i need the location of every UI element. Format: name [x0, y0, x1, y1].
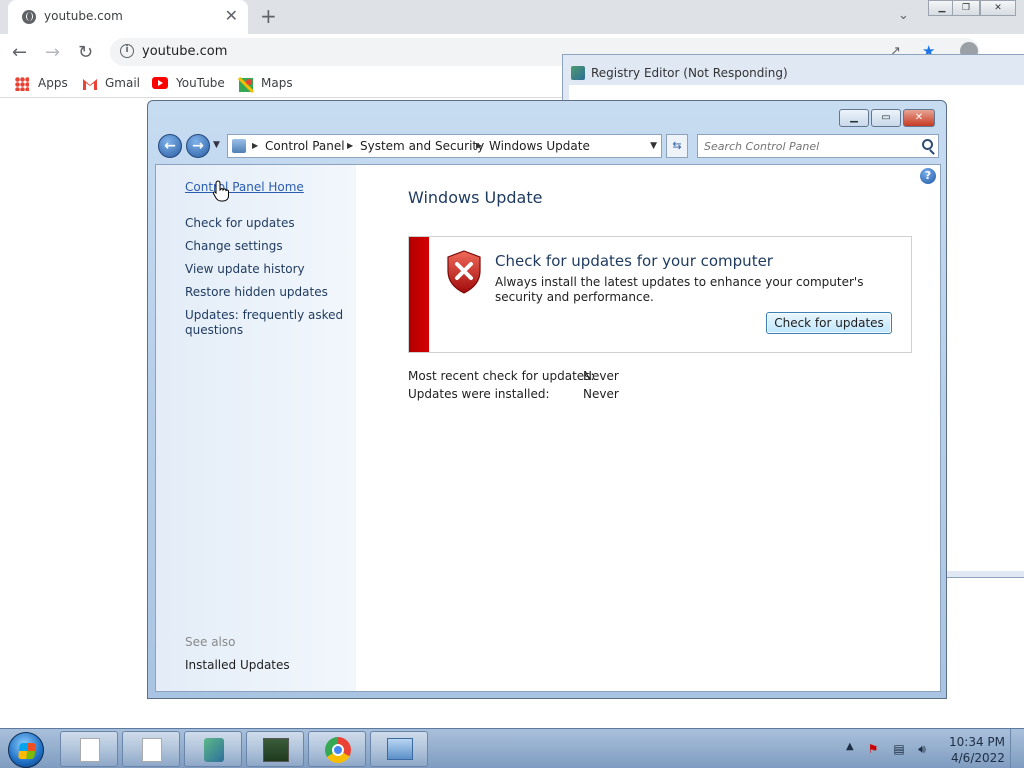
maps-icon	[237, 76, 255, 94]
check-for-updates-button[interactable]: Check for updates	[766, 312, 892, 334]
explorer-address-bar: ← → ▼ ▶ Control Panel ▶ System and Secur…	[156, 132, 940, 160]
back-button[interactable]: ←	[158, 134, 182, 158]
browser-tabstrip: youtube.com ✕ + ⌄ ▁ ❐ ✕	[0, 0, 1024, 34]
action-center-icon[interactable]: ⚑	[866, 742, 880, 756]
taskbar-app-chrome[interactable]	[308, 731, 366, 767]
new-tab-button[interactable]: +	[260, 4, 277, 28]
chevron-down-icon[interactable]: ⌄	[898, 8, 909, 23]
error-shield-icon	[447, 250, 481, 294]
tab-title: youtube.com	[44, 9, 123, 23]
show-desktop-button[interactable]	[1010, 729, 1024, 768]
help-icon[interactable]: ?	[920, 168, 936, 184]
gmail-icon	[82, 77, 97, 91]
nav-view-update-history[interactable]: View update history	[185, 262, 345, 277]
network-icon[interactable]: ▤	[892, 742, 906, 756]
status-heading: Check for updates for your computer	[495, 252, 773, 270]
search-field[interactable]	[697, 134, 939, 158]
control-panel-icon	[387, 738, 413, 760]
forward-arrow-icon[interactable]: →	[45, 42, 60, 63]
control-panel-window: ▁ ▭ ✕ ← → ▼ ▶ Control Panel ▶ System and…	[147, 100, 947, 699]
registry-editor-icon	[204, 738, 224, 762]
status-description: Always install the latest updates to enh…	[495, 275, 864, 304]
refresh-button[interactable]: ⇆	[666, 134, 688, 158]
taskbar-app-document-1[interactable]	[60, 731, 118, 767]
reload-icon[interactable]: ↻	[78, 42, 93, 63]
recent-check-value: Never	[583, 369, 619, 383]
update-status-panel: Check for updates for your computer Alwa…	[408, 236, 912, 353]
browser-close-button[interactable]: ✕	[980, 0, 1016, 16]
bookmark-youtube[interactable]: YouTube	[176, 76, 225, 90]
browser-tab[interactable]: youtube.com ✕	[8, 0, 248, 34]
maximize-button[interactable]: ▭	[871, 109, 901, 127]
search-input[interactable]	[704, 138, 904, 154]
control-panel-body: Control Panel Home Check for updates Cha…	[155, 164, 941, 692]
address-dropdown-icon[interactable]: ▼	[650, 141, 657, 151]
recent-check-label: Most recent check for updates:	[408, 369, 595, 383]
breadcrumb-separator-icon[interactable]: ▶	[476, 141, 482, 150]
hand-cursor-icon	[212, 180, 229, 202]
nav-control-panel-home[interactable]: Control Panel Home	[185, 180, 345, 195]
breadcrumb-control-panel[interactable]: Control Panel	[265, 139, 345, 153]
nav-installed-updates[interactable]: Installed Updates	[185, 658, 345, 673]
task-pane: Control Panel Home Check for updates Cha…	[156, 165, 356, 691]
chrome-icon	[325, 737, 351, 763]
registry-editor-icon	[571, 66, 585, 80]
breadcrumb[interactable]: ▶ Control Panel ▶ System and Security ▶ …	[227, 134, 662, 158]
breadcrumb-separator-icon[interactable]: ▶	[252, 141, 258, 150]
volume-icon[interactable]: 🔊︎	[915, 742, 929, 756]
site-info-icon[interactable]: i	[120, 44, 134, 58]
see-also-heading: See also	[185, 635, 236, 649]
start-button[interactable]	[8, 732, 44, 768]
search-icon[interactable]	[922, 139, 933, 150]
nav-check-for-updates[interactable]: Check for updates	[185, 216, 345, 231]
apps-grid-icon	[15, 77, 29, 91]
taskbar-app-system-monitor[interactable]	[246, 731, 304, 767]
taskbar-app-control-panel[interactable]	[370, 731, 428, 767]
bookmark-gmail[interactable]: Gmail	[105, 76, 140, 90]
breadcrumb-windows-update[interactable]: Windows Update	[489, 139, 590, 153]
nav-change-settings[interactable]: Change settings	[185, 239, 345, 254]
tab-close-icon[interactable]: ✕	[225, 6, 238, 25]
close-button[interactable]: ✕	[903, 109, 935, 127]
bookmark-apps[interactable]: Apps	[38, 76, 68, 90]
installed-label: Updates were installed:	[408, 387, 550, 401]
nav-updates-faq[interactable]: Updates: frequently asked questions	[185, 308, 345, 338]
show-hidden-icons-arrow[interactable]: ▲	[846, 741, 854, 752]
taskbar-app-registry-editor[interactable]	[184, 731, 242, 767]
back-arrow-icon[interactable]: ←	[12, 42, 27, 63]
breadcrumb-separator-icon[interactable]: ▶	[347, 141, 353, 150]
taskbar: ▲ ⚑ ▤ 🔊︎ 10:34 PM 4/6/2022	[0, 728, 1024, 768]
address-url: youtube.com	[142, 44, 228, 59]
status-stripe	[409, 237, 429, 352]
minimize-button[interactable]: ▁	[839, 109, 869, 127]
browser-restore-button[interactable]: ❐	[952, 0, 980, 16]
forward-button[interactable]: →	[186, 134, 210, 158]
youtube-icon	[152, 77, 168, 91]
system-monitor-icon	[263, 738, 289, 762]
nav-restore-hidden-updates[interactable]: Restore hidden updates	[185, 285, 345, 300]
clock-date[interactable]: 4/6/2022	[951, 751, 1005, 765]
control-panel-icon	[232, 139, 246, 153]
globe-icon	[22, 10, 36, 24]
blank-document-icon	[142, 738, 162, 762]
installed-value: Never	[583, 387, 619, 401]
breadcrumb-system-security[interactable]: System and Security	[360, 139, 484, 153]
blank-document-icon	[80, 738, 100, 762]
bookmark-maps[interactable]: Maps	[261, 76, 293, 90]
page-title: Windows Update	[408, 188, 543, 207]
window-controls: ▁ ▭ ✕	[839, 109, 939, 129]
taskbar-app-document-2[interactable]	[122, 731, 180, 767]
recent-pages-dropdown-icon[interactable]: ▼	[213, 140, 220, 150]
clock-time[interactable]: 10:34 PM	[949, 735, 1005, 749]
registry-editor-title: Registry Editor (Not Responding)	[591, 66, 788, 80]
